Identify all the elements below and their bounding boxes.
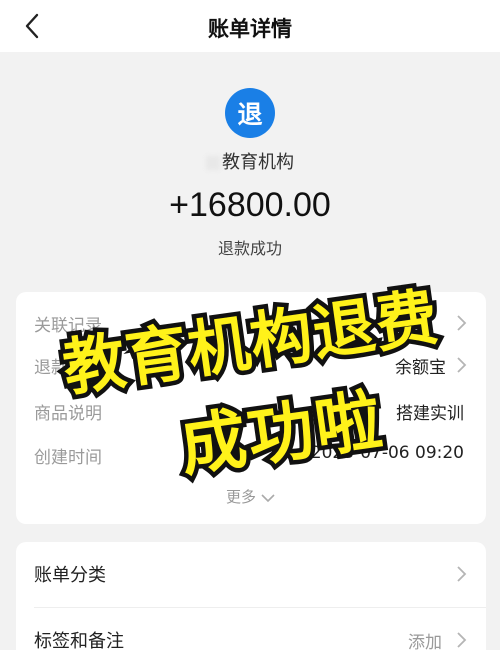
row-related-records[interactable]: 关联记录	[34, 308, 468, 338]
row-label: 创建时间	[34, 448, 102, 468]
extra-card: 账单分类 标签和备注 添加	[16, 542, 486, 650]
row-value: 搭建实训	[396, 404, 464, 424]
row-created-time: 创建时间 2023-07-06 09:20	[34, 440, 468, 470]
row-label: 账单分类	[34, 565, 106, 586]
row-label: 退款方式	[34, 358, 102, 378]
refund-icon: 退	[225, 88, 275, 138]
more-label: 更多	[225, 488, 256, 506]
chevron-down-icon	[261, 493, 275, 502]
row-product-desc: 商品说明 搭建实训	[34, 396, 468, 426]
add-link[interactable]: 添加	[408, 628, 442, 650]
row-label: 标签和备注	[34, 631, 124, 650]
merchant-name: 教育机构	[0, 148, 500, 174]
row-tags-notes[interactable]: 标签和备注 添加	[34, 622, 468, 650]
chevron-right-icon	[457, 632, 467, 648]
nav-bar: 账单详情	[0, 0, 500, 52]
page-title: 账单详情	[208, 17, 292, 41]
detail-card: 关联记录 退款方式 余额宝 商品说明 搭建实训 创建时间 2023-07-06 …	[16, 292, 486, 524]
row-label: 商品说明	[34, 404, 102, 424]
chevron-right-icon	[457, 315, 467, 331]
amount: +16800.00	[169, 186, 331, 224]
row-bill-category[interactable]: 账单分类	[34, 556, 468, 590]
row-label: 关联记录	[34, 316, 102, 336]
row-refund-method[interactable]: 退款方式 余额宝	[34, 350, 468, 380]
row-value: 2023-07-06 09:20	[310, 443, 464, 463]
more-toggle[interactable]: 更多	[16, 486, 486, 507]
chevron-right-icon	[457, 357, 467, 373]
redacted-mark	[206, 156, 220, 170]
bill-summary: 退 教育机构 +16800.00 退款成功	[0, 52, 500, 282]
row-value: 余额宝	[395, 358, 446, 378]
divider	[34, 607, 486, 608]
status-text: 退款成功	[217, 239, 282, 258]
merchant-label: 教育机构	[222, 152, 294, 173]
chevron-right-icon	[457, 566, 467, 582]
